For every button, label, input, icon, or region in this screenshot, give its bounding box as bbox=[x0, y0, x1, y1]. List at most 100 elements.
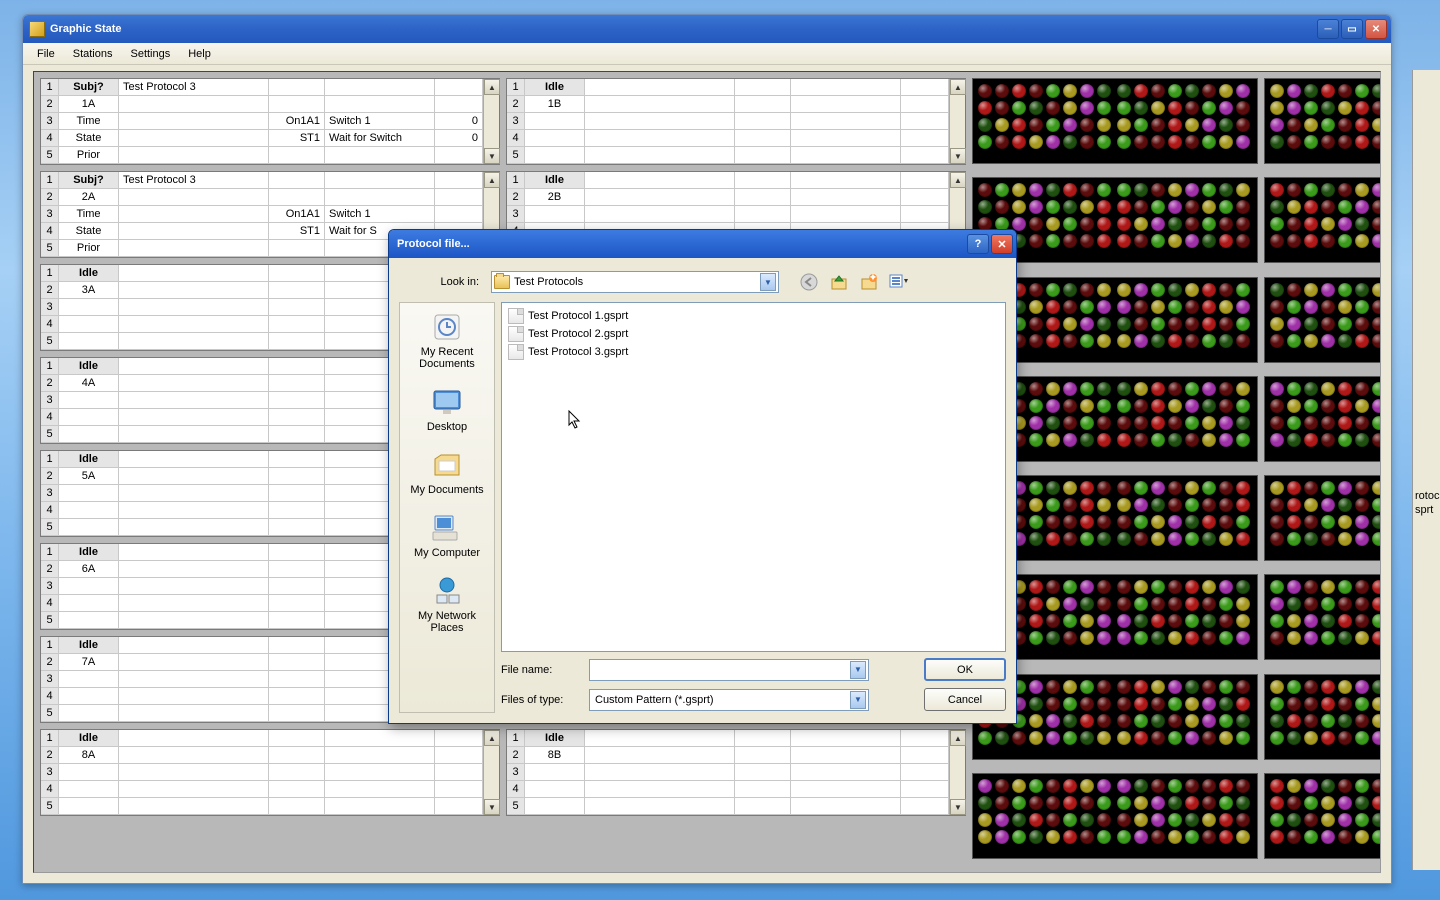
menu-help[interactable]: Help bbox=[180, 46, 219, 62]
station-grid[interactable]: 1Idle21B345▲▼ bbox=[506, 78, 966, 165]
place-desktop[interactable]: Desktop bbox=[407, 386, 487, 433]
status-orb bbox=[1287, 580, 1301, 594]
maximize-button[interactable]: ▭ bbox=[1341, 19, 1363, 39]
status-orb bbox=[1304, 283, 1318, 297]
status-orb bbox=[1168, 217, 1182, 231]
ok-button[interactable]: OK bbox=[924, 658, 1006, 681]
status-orb bbox=[1321, 118, 1335, 132]
status-orb bbox=[1185, 813, 1199, 827]
status-orb bbox=[1287, 532, 1301, 546]
status-orb bbox=[1355, 234, 1369, 248]
status-orb bbox=[1063, 234, 1077, 248]
place-network[interactable]: My Network Places bbox=[407, 575, 487, 634]
file-list[interactable]: Test Protocol 1.gsprtTest Protocol 2.gsp… bbox=[501, 302, 1006, 652]
place-recent[interactable]: My Recent Documents bbox=[407, 311, 487, 370]
dialog-help-button[interactable]: ? bbox=[967, 234, 989, 254]
status-orb bbox=[1355, 597, 1369, 611]
status-orb bbox=[1355, 416, 1369, 430]
status-orb bbox=[1372, 200, 1381, 214]
status-orb bbox=[1185, 283, 1199, 297]
chevron-down-icon[interactable]: ▼ bbox=[760, 273, 776, 291]
status-orb bbox=[1185, 200, 1199, 214]
dialog-titlebar[interactable]: Protocol file... ? ✕ bbox=[389, 230, 1016, 258]
status-orb bbox=[995, 200, 1009, 214]
status-orb bbox=[1063, 416, 1077, 430]
status-orb bbox=[1287, 135, 1301, 149]
titlebar[interactable]: Graphic State ─ ▭ ✕ bbox=[23, 15, 1391, 43]
status-orb bbox=[1338, 317, 1352, 331]
status-orb bbox=[1236, 416, 1250, 430]
status-orb bbox=[1219, 399, 1233, 413]
status-orb bbox=[1202, 183, 1216, 197]
filetype-combo[interactable]: Custom Pattern (*.gsprt) ▼ bbox=[589, 689, 869, 711]
station-grid[interactable]: 1Idle28B345▲▼ bbox=[506, 729, 966, 816]
status-orb bbox=[1097, 680, 1111, 694]
status-orb bbox=[1063, 283, 1077, 297]
scrollbar[interactable]: ▲▼ bbox=[949, 730, 965, 815]
status-orb bbox=[1168, 283, 1182, 297]
status-orb bbox=[1097, 200, 1111, 214]
menu-file[interactable]: File bbox=[29, 46, 63, 62]
status-orb bbox=[1151, 234, 1165, 248]
status-orb bbox=[1168, 317, 1182, 331]
file-item[interactable]: Test Protocol 3.gsprt bbox=[506, 343, 1001, 361]
status-orb bbox=[1270, 515, 1284, 529]
station-grid[interactable]: 1Subj?Test Protocol 321A3TimeOn1A1Switch… bbox=[40, 78, 500, 165]
status-orb bbox=[1270, 580, 1284, 594]
status-orb bbox=[1304, 135, 1318, 149]
status-orb bbox=[1219, 84, 1233, 98]
dialog-close-button[interactable]: ✕ bbox=[991, 234, 1013, 254]
status-orb bbox=[1029, 697, 1043, 711]
status-orb bbox=[1063, 731, 1077, 745]
status-orb bbox=[1338, 779, 1352, 793]
place-mycomputer[interactable]: My Computer bbox=[407, 512, 487, 559]
status-orb bbox=[1151, 614, 1165, 628]
chevron-down-icon[interactable]: ▼ bbox=[850, 661, 866, 679]
status-orb bbox=[1134, 614, 1148, 628]
chevron-down-icon[interactable]: ▼ bbox=[850, 691, 866, 709]
lookin-combo[interactable]: Test Protocols ▼ bbox=[491, 271, 779, 293]
new-folder-icon[interactable]: ✦ bbox=[859, 272, 879, 292]
status-orb bbox=[1080, 317, 1094, 331]
status-orb bbox=[1168, 597, 1182, 611]
partial-window-right: rotocol sprt bbox=[1412, 70, 1440, 870]
status-orb bbox=[1151, 382, 1165, 396]
status-orb bbox=[1080, 84, 1094, 98]
status-orb bbox=[1355, 317, 1369, 331]
menu-settings[interactable]: Settings bbox=[122, 46, 178, 62]
back-icon[interactable] bbox=[799, 272, 819, 292]
status-orb bbox=[1321, 796, 1335, 810]
status-orb bbox=[1117, 614, 1131, 628]
status-orb bbox=[1355, 101, 1369, 115]
status-orb bbox=[1270, 614, 1284, 628]
cancel-button[interactable]: Cancel bbox=[924, 688, 1006, 711]
status-orb bbox=[1046, 334, 1060, 348]
status-orb bbox=[1151, 183, 1165, 197]
scrollbar[interactable]: ▲▼ bbox=[483, 730, 499, 815]
status-orb bbox=[1063, 614, 1077, 628]
status-orb bbox=[1151, 597, 1165, 611]
status-orb bbox=[995, 731, 1009, 745]
menu-stations[interactable]: Stations bbox=[65, 46, 121, 62]
up-folder-icon[interactable] bbox=[829, 272, 849, 292]
view-menu-icon[interactable] bbox=[889, 272, 909, 292]
station-grid[interactable]: 1Idle28A345▲▼ bbox=[40, 729, 500, 816]
status-orb bbox=[1063, 796, 1077, 810]
filename-input[interactable]: ▼ bbox=[589, 659, 869, 681]
status-orb bbox=[1046, 614, 1060, 628]
status-orb bbox=[1029, 731, 1043, 745]
status-orb bbox=[1029, 183, 1043, 197]
status-orb bbox=[1097, 118, 1111, 132]
file-item[interactable]: Test Protocol 1.gsprt bbox=[506, 307, 1001, 325]
place-mydocs[interactable]: My Documents bbox=[407, 449, 487, 496]
status-orb bbox=[1219, 532, 1233, 546]
status-orb bbox=[1355, 217, 1369, 231]
scrollbar[interactable]: ▲▼ bbox=[483, 79, 499, 164]
minimize-button[interactable]: ─ bbox=[1317, 19, 1339, 39]
scrollbar[interactable]: ▲▼ bbox=[949, 79, 965, 164]
close-button[interactable]: ✕ bbox=[1365, 19, 1387, 39]
status-orb bbox=[1168, 334, 1182, 348]
file-item[interactable]: Test Protocol 2.gsprt bbox=[506, 325, 1001, 343]
status-orb bbox=[1338, 631, 1352, 645]
status-orb bbox=[1321, 433, 1335, 447]
